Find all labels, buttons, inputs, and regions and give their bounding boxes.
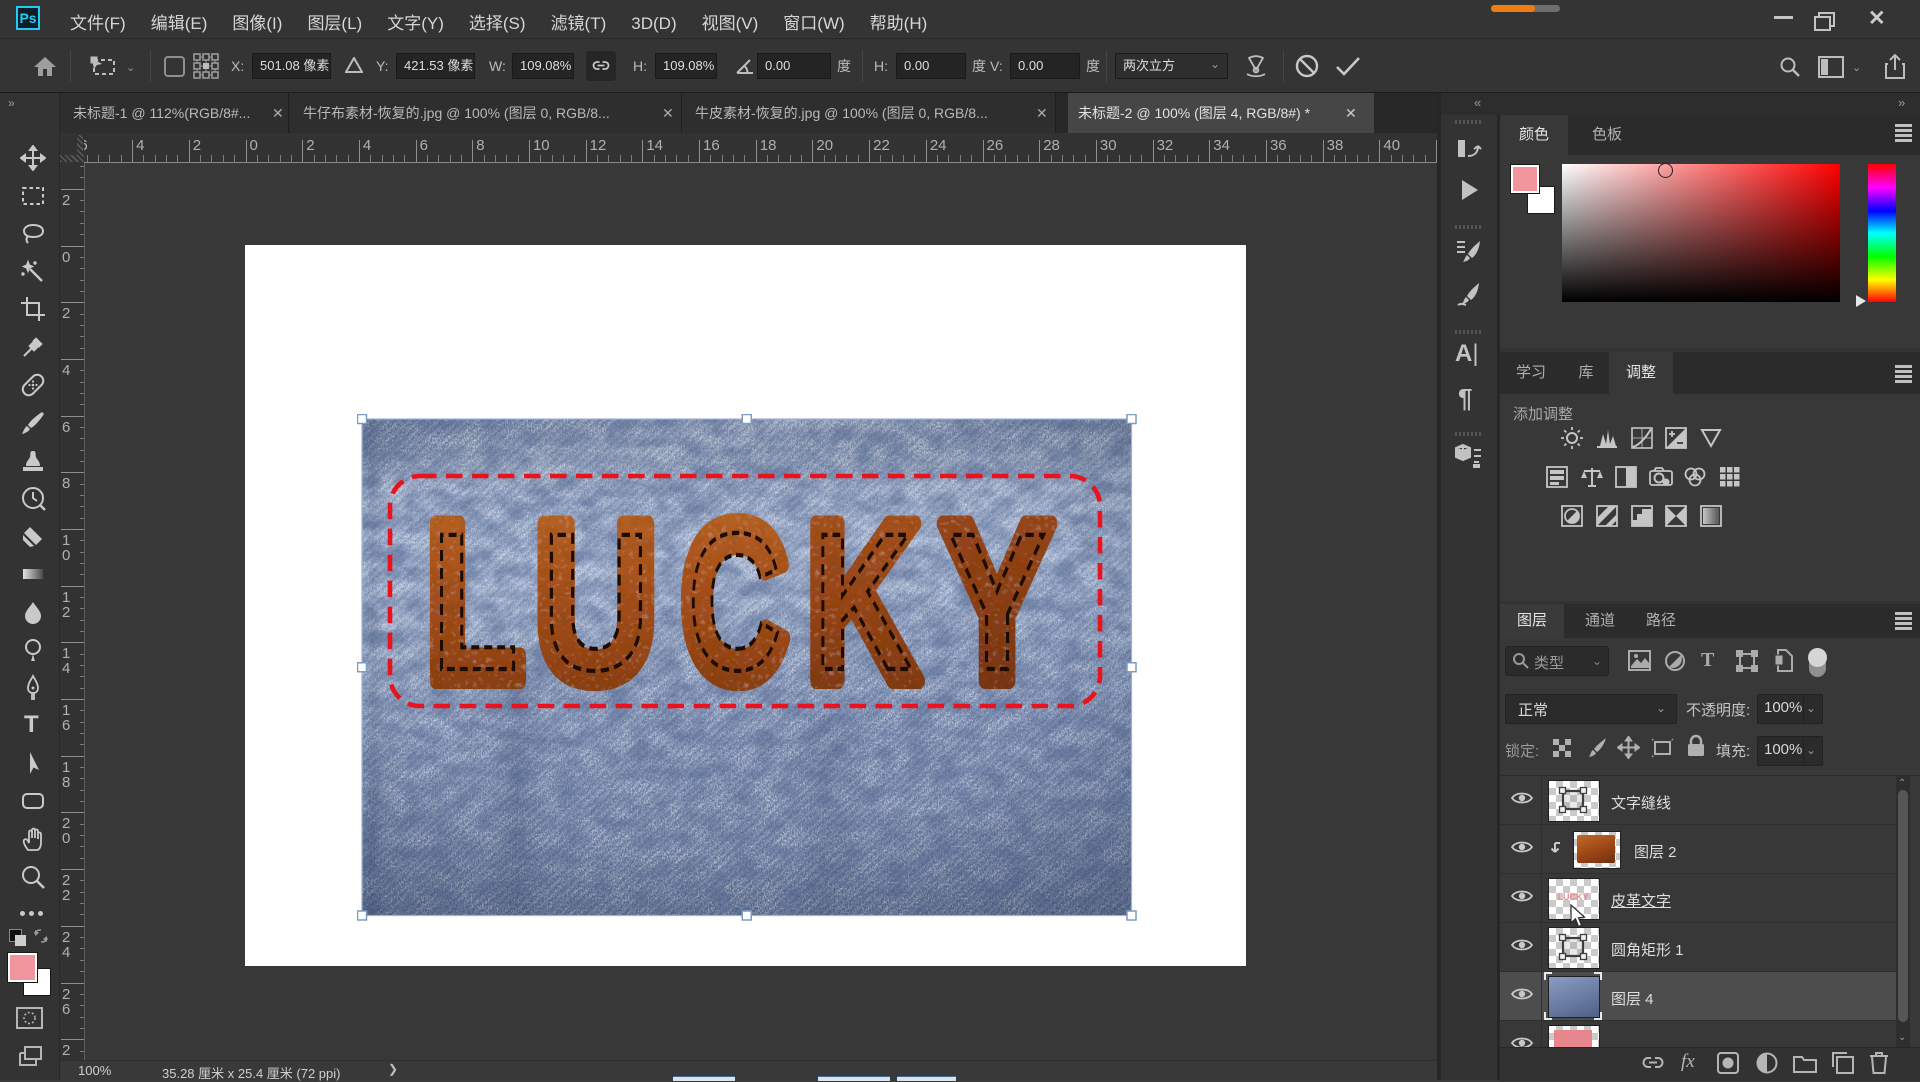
svg-text:Y: Y [948, 493, 1046, 711]
svg-text:L: L [432, 493, 518, 711]
svg-text:U: U [542, 492, 649, 710]
svg-text:K: K [814, 493, 913, 711]
svg-text:C: C [688, 493, 781, 711]
